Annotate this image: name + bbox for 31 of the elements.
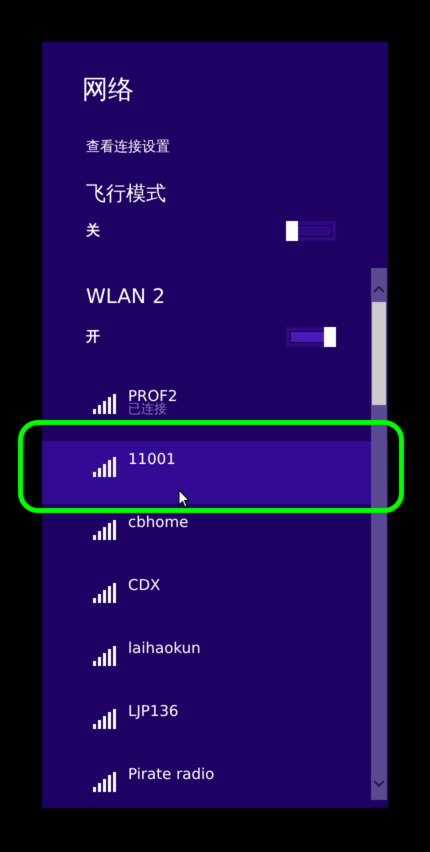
signal-icon (93, 583, 117, 603)
network-item[interactable]: LJP136 (42, 693, 388, 756)
view-connection-settings-link[interactable]: 查看连接设置 (86, 138, 170, 156)
mouse-cursor-icon (178, 489, 190, 508)
signal-icon (93, 457, 117, 477)
network-item[interactable]: Pirate radio (42, 756, 388, 808)
network-item[interactable]: CDX (42, 567, 388, 630)
toggle-state-label: 开 (86, 328, 100, 346)
network-name: LJP136 (128, 701, 178, 721)
network-item[interactable]: PROF2 已连接 (42, 378, 388, 441)
signal-icon (93, 772, 117, 792)
signal-icon (93, 646, 117, 666)
network-name: Pirate radio (128, 764, 214, 784)
network-name: laihaokun (128, 638, 201, 658)
signal-icon (93, 394, 117, 414)
network-item[interactable]: 11001 (42, 441, 388, 504)
toggle-state-label: 关 (86, 222, 100, 240)
scrollbar-thumb[interactable] (372, 302, 386, 405)
signal-icon (93, 520, 117, 540)
signal-icon (93, 709, 117, 729)
network-name: cbhome (128, 512, 188, 532)
wlan-toggle[interactable] (286, 327, 336, 347)
network-name: 11001 (128, 449, 176, 469)
airplane-mode-toggle[interactable] (286, 221, 336, 241)
network-name: CDX (128, 575, 160, 595)
scrollbar[interactable] (371, 268, 387, 800)
section-title: WLAN 2 (86, 283, 166, 309)
network-item[interactable]: laihaokun (42, 630, 388, 693)
network-status: 已连接 (128, 403, 168, 417)
panel-title: 网络 (82, 74, 134, 106)
section-title: 飞行模式 (86, 180, 166, 206)
